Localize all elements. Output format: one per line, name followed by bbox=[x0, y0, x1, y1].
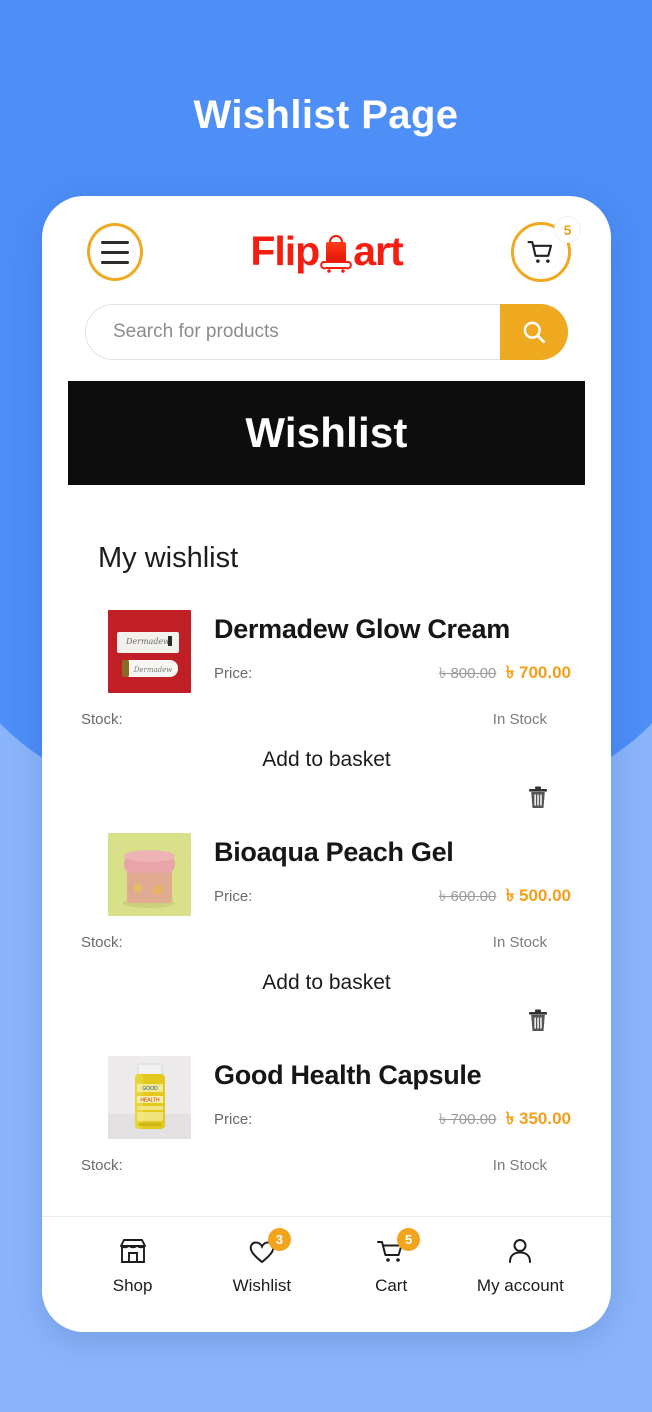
price-old: ৳ 600.00 bbox=[438, 888, 497, 905]
price-label: Price: bbox=[214, 1111, 253, 1128]
user-icon bbox=[504, 1233, 536, 1269]
stock-label: Stock: bbox=[81, 1157, 123, 1174]
bottom-navigation: Shop 3 Wishlist 5 Cart My account bbox=[42, 1216, 611, 1332]
price-new: ৳ 350.00 bbox=[505, 1109, 571, 1128]
price-label: Price: bbox=[214, 665, 253, 682]
page-title: Wishlist Page bbox=[193, 93, 459, 137]
nav-label-my-account: My account bbox=[476, 1276, 564, 1295]
nav-label-cart: Cart bbox=[375, 1276, 408, 1295]
search-input[interactable] bbox=[85, 304, 568, 360]
app-header: Flip art 5 bbox=[42, 196, 611, 304]
svg-text:Dermadew: Dermadew bbox=[133, 666, 173, 674]
price-label: Price: bbox=[214, 888, 253, 905]
nav-item-my-account[interactable]: My account bbox=[456, 1233, 585, 1296]
svg-text:Dermadew: Dermadew bbox=[125, 637, 170, 646]
shopping-bag-icon bbox=[319, 233, 353, 273]
stock-value: In Stock bbox=[492, 934, 547, 951]
wishlist-item: Bioaqua Peach Gel Price: ৳ 600.00 ৳ 500.… bbox=[42, 833, 611, 1034]
product-name[interactable]: Good Health Capsule bbox=[214, 1058, 585, 1092]
shop-icon bbox=[117, 1233, 149, 1269]
cart-badge: 5 bbox=[554, 216, 581, 243]
nav-item-cart[interactable]: 5 Cart bbox=[327, 1228, 456, 1296]
nav-label-shop: Shop bbox=[112, 1276, 153, 1295]
page-banner: Wishlist bbox=[68, 381, 585, 485]
phone-mockup: Flipart 5 Wishlist My wishlist bbox=[42, 196, 611, 1332]
dermadew-cream-thumbnail[interactable]: Dermadew Dermadew bbox=[108, 610, 191, 693]
good-health-capsule-thumbnail[interactable]: GOOD HEALTH bbox=[108, 1056, 191, 1139]
svg-text:GOOD: GOOD bbox=[142, 1086, 158, 1092]
logo-text-left: Flip bbox=[250, 228, 320, 274]
add-to-basket-button[interactable]: Add to basket bbox=[256, 969, 396, 997]
search-icon bbox=[523, 321, 546, 344]
search-bar bbox=[85, 304, 568, 360]
bioaqua-gel-thumbnail[interactable] bbox=[108, 833, 191, 916]
wishlist-item: Dermadew Dermadew Dermadew Glow Cream Pr… bbox=[42, 610, 611, 811]
add-to-basket-button[interactable]: Add to basket bbox=[256, 746, 396, 774]
trash-icon bbox=[529, 786, 547, 808]
stock-label: Stock: bbox=[81, 711, 123, 728]
price-new: ৳ 500.00 bbox=[505, 886, 571, 905]
shopping-cart-icon bbox=[527, 240, 553, 263]
section-title: My wishlist bbox=[98, 542, 239, 574]
product-name[interactable]: Bioaqua Peach Gel bbox=[214, 835, 585, 869]
stock-value: In Stock bbox=[492, 1157, 547, 1174]
delete-wishlist-item-button[interactable] bbox=[526, 784, 550, 811]
price-old: ৳ 800.00 bbox=[438, 665, 497, 682]
wishlist-item: GOOD HEALTH Good Health Capsule Price: ৳… bbox=[42, 1056, 611, 1174]
delete-wishlist-item-button[interactable] bbox=[526, 1007, 550, 1034]
trash-icon bbox=[529, 1009, 547, 1031]
product-name[interactable]: Dermadew Glow Cream bbox=[214, 612, 585, 646]
logo-text-right: art bbox=[353, 228, 403, 274]
cart-icon: 5 bbox=[375, 1228, 421, 1269]
nav-label-wishlist: Wishlist bbox=[232, 1276, 292, 1295]
price-old: ৳ 700.00 bbox=[438, 1111, 497, 1128]
search-button[interactable] bbox=[500, 304, 568, 360]
price-new: ৳ 700.00 bbox=[505, 663, 571, 682]
cart-nav-badge: 5 bbox=[397, 1228, 421, 1251]
heart-icon: 3 bbox=[246, 1228, 291, 1269]
stock-value: In Stock bbox=[492, 711, 547, 728]
stock-label: Stock: bbox=[81, 934, 123, 951]
nav-item-shop[interactable]: Shop bbox=[68, 1233, 197, 1296]
svg-text:HEALTH: HEALTH bbox=[140, 1098, 160, 1104]
wishlist-product-list: Dermadew Dermadew Dermadew Glow Cream Pr… bbox=[42, 610, 611, 1174]
nav-item-wishlist[interactable]: 3 Wishlist bbox=[197, 1228, 326, 1296]
wishlist-badge: 3 bbox=[267, 1228, 291, 1251]
banner-title: Wishlist bbox=[245, 409, 408, 456]
